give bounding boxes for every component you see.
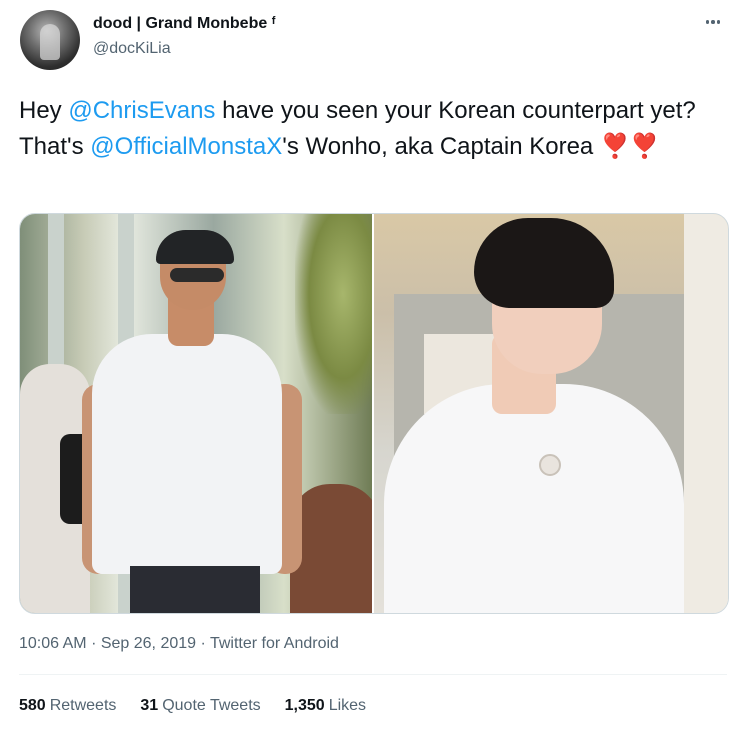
more-options-icon[interactable] — [700, 12, 726, 32]
meta-separator: · — [200, 635, 206, 652]
tweet-time[interactable]: 10:06 AM — [19, 635, 87, 652]
tweet-stats: 580 Retweets 31 Quote Tweets 1,350 Likes — [19, 697, 366, 715]
heart-exclamation-emoji: ❣️❣️ — [599, 133, 660, 160]
tweet-text-part: 's Wonho, aka Captain Korea — [282, 133, 600, 160]
meta-separator: · — [91, 635, 97, 652]
likes-label: Likes — [328, 697, 367, 714]
quote-tweets-stat[interactable]: 31 Quote Tweets — [140, 697, 260, 715]
author-display-name[interactable]: dood | Grand Monbebe ᶠ — [93, 15, 276, 33]
avatar-figure — [40, 24, 60, 60]
likes-stat[interactable]: 1,350 Likes — [285, 697, 366, 715]
tweet-client[interactable]: Twitter for Android — [210, 635, 339, 652]
tweet-text-part: Hey — [19, 97, 69, 124]
retweets-stat[interactable]: 580 Retweets — [19, 697, 116, 715]
author-handle[interactable]: @docKiLia — [93, 40, 171, 58]
tweet-text: Hey @ChrisEvans have you seen your Korea… — [19, 93, 734, 165]
mention-chrisevans[interactable]: @ChrisEvans — [68, 97, 215, 124]
tweet-date[interactable]: Sep 26, 2019 — [101, 635, 196, 652]
retweets-count: 580 — [19, 697, 46, 714]
photo-right[interactable] — [374, 214, 728, 613]
tweet-media[interactable] — [19, 213, 729, 614]
quote-tweets-label: Quote Tweets — [162, 697, 261, 714]
likes-count: 1,350 — [284, 697, 325, 714]
mention-officialmonstax[interactable]: @OfficialMonstaX — [90, 133, 282, 160]
photo-left[interactable] — [20, 214, 372, 613]
author-avatar[interactable] — [20, 10, 80, 70]
divider — [19, 674, 727, 675]
tweet-meta: 10:06 AM · Sep 26, 2019 · Twitter for An… — [19, 635, 339, 653]
quote-tweets-count: 31 — [140, 697, 159, 714]
retweets-label: Retweets — [49, 697, 117, 714]
